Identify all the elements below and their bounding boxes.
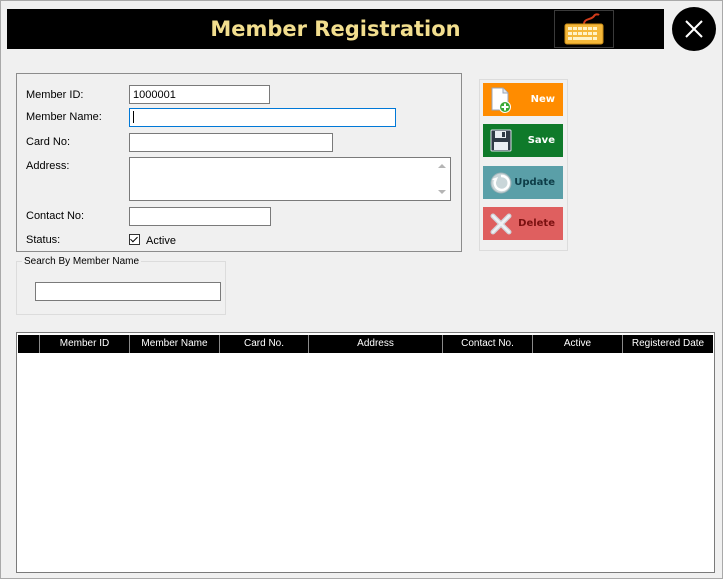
- text-cursor: [133, 111, 134, 123]
- close-button[interactable]: [672, 7, 716, 51]
- member-id-field[interactable]: [129, 85, 270, 104]
- grid-header: Member ID Member Name Card No. Address C…: [18, 335, 713, 353]
- grid-row-header-corner: [18, 335, 40, 353]
- active-checkbox[interactable]: [129, 234, 140, 245]
- contact-no-label: Contact No:: [26, 210, 85, 222]
- column-active[interactable]: Active: [533, 335, 623, 353]
- member-registration-window: Member Registration Member ID: Member Na…: [0, 0, 723, 579]
- new-button[interactable]: New: [483, 83, 563, 116]
- address-label: Address:: [26, 160, 70, 172]
- update-button[interactable]: Update: [483, 166, 563, 199]
- save-button[interactable]: Save: [483, 124, 563, 157]
- search-group-label: Search By Member Name: [22, 256, 142, 267]
- column-contact-no[interactable]: Contact No.: [443, 335, 533, 353]
- close-icon: [685, 20, 703, 38]
- delete-button-label: Delete: [518, 218, 555, 229]
- column-member-id[interactable]: Member ID: [40, 335, 130, 353]
- status-label: Status:: [26, 234, 61, 246]
- search-group: Search By Member Name: [16, 256, 226, 315]
- refresh-icon: [490, 172, 512, 194]
- address-scrollbar[interactable]: [434, 158, 450, 200]
- update-button-label: Update: [514, 177, 555, 188]
- members-grid[interactable]: Member ID Member Name Card No. Address C…: [16, 332, 715, 573]
- delete-x-icon: [490, 213, 512, 235]
- scroll-down-icon[interactable]: [438, 190, 446, 194]
- floppy-disk-icon: [490, 129, 512, 152]
- column-registered-date[interactable]: Registered Date: [623, 335, 713, 353]
- contact-no-field[interactable]: [129, 207, 271, 226]
- card-no-label: Card No:: [26, 136, 71, 148]
- keyboard-icon: [564, 13, 604, 45]
- action-buttons-panel: New Save Update Delete: [479, 79, 568, 251]
- save-button-label: Save: [527, 135, 555, 146]
- member-name-field[interactable]: [129, 108, 396, 127]
- search-member-name-input[interactable]: [35, 282, 221, 301]
- active-checkbox-label[interactable]: Active: [146, 235, 176, 247]
- column-card-no[interactable]: Card No.: [220, 335, 309, 353]
- new-document-icon: [491, 87, 511, 113]
- address-textarea[interactable]: [129, 157, 451, 201]
- delete-button[interactable]: Delete: [483, 207, 563, 240]
- card-no-field[interactable]: [129, 133, 333, 152]
- column-address[interactable]: Address: [309, 335, 443, 353]
- member-id-label: Member ID:: [26, 89, 84, 101]
- new-button-label: New: [530, 94, 555, 105]
- member-form-panel: Member ID: Member Name: Card No: Address…: [16, 73, 462, 252]
- keyboard-button[interactable]: [554, 10, 614, 48]
- scroll-up-icon[interactable]: [438, 164, 446, 168]
- column-member-name[interactable]: Member Name: [130, 335, 220, 353]
- member-name-label: Member Name:: [26, 111, 102, 123]
